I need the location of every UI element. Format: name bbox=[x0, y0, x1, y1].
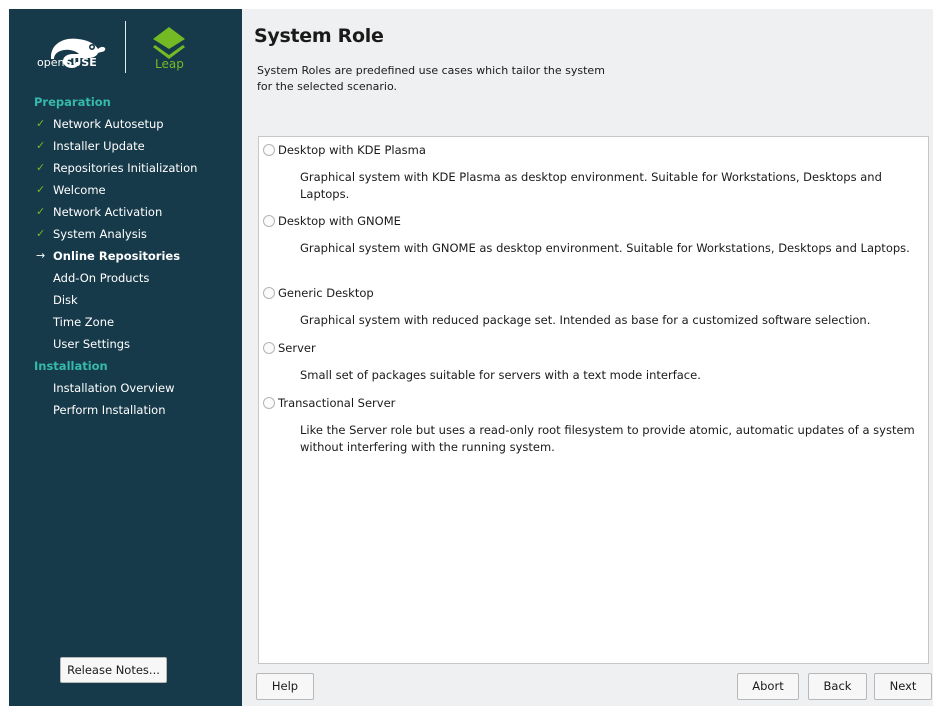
next-button[interactable]: Next bbox=[874, 673, 932, 700]
nav-item-network-activation: ✓ Network Activation bbox=[9, 201, 242, 223]
nav-item-welcome: ✓ Welcome bbox=[9, 179, 242, 201]
release-notes-button[interactable]: Release Notes... bbox=[60, 657, 167, 683]
nav-item-installation-overview: Installation Overview bbox=[53, 381, 175, 395]
nav-item-add-on-products: Add-On Products bbox=[53, 271, 150, 285]
installation-steps: Preparation ✓ Network Autosetup ✓ Installe… bbox=[9, 91, 242, 421]
role-description: Like the Server role but uses a read-onl… bbox=[300, 423, 915, 454]
opensuse-wordmark: openSUSE bbox=[37, 56, 97, 69]
logo-area: openSUSE Leap bbox=[9, 9, 242, 89]
leap-wordmark: Leap bbox=[155, 57, 184, 71]
radio-button[interactable] bbox=[263, 144, 275, 156]
checkmark-icon: ✓ bbox=[36, 139, 46, 152]
checkmark-icon: ✓ bbox=[36, 117, 46, 130]
nav-item-system-analysis: ✓ System Analysis bbox=[9, 223, 242, 245]
checkmark-icon: ✓ bbox=[36, 161, 46, 174]
role-label[interactable]: Generic Desktop bbox=[278, 286, 374, 300]
nav-item-network-autosetup: ✓ Network Autosetup bbox=[9, 113, 242, 135]
role-description: Graphical system with GNOME as desktop e… bbox=[300, 241, 910, 255]
nav-item-disk: Disk bbox=[53, 293, 78, 307]
checkmark-icon: ✓ bbox=[36, 183, 46, 196]
radio-button[interactable] bbox=[263, 342, 275, 354]
logo-divider bbox=[125, 21, 126, 73]
nav-section-preparation: Preparation bbox=[34, 95, 111, 109]
abort-button[interactable]: Abort bbox=[737, 673, 799, 700]
nav-item-perform-installation: Perform Installation bbox=[53, 403, 166, 417]
role-description: Graphical system with KDE Plasma as desk… bbox=[300, 170, 882, 201]
nav-item-online-repositories: → Online Repositories bbox=[9, 245, 242, 267]
role-label[interactable]: Desktop with KDE Plasma bbox=[278, 143, 426, 157]
sidebar: openSUSE Leap Preparation ✓ Network Autos… bbox=[9, 9, 242, 706]
help-button[interactable]: Help bbox=[256, 673, 314, 700]
role-label[interactable]: Transactional Server bbox=[278, 396, 395, 410]
role-label[interactable]: Server bbox=[278, 341, 316, 355]
main-panel: System Role System Roles are predefined … bbox=[242, 9, 933, 706]
role-label[interactable]: Desktop with GNOME bbox=[278, 214, 401, 228]
arrow-right-icon: → bbox=[36, 249, 46, 262]
role-description: Small set of packages suitable for serve… bbox=[300, 368, 701, 382]
back-button[interactable]: Back bbox=[808, 673, 867, 700]
radio-button[interactable] bbox=[263, 215, 275, 227]
role-description: Graphical system with reduced package se… bbox=[300, 313, 871, 327]
leap-logo-icon bbox=[153, 27, 185, 59]
radio-button[interactable] bbox=[263, 287, 275, 299]
page-title: System Role bbox=[254, 25, 384, 47]
nav-item-time-zone: Time Zone bbox=[53, 315, 115, 329]
nav-item-repositories-initialization: ✓ Repositories Initialization bbox=[9, 157, 242, 179]
checkmark-icon: ✓ bbox=[36, 205, 46, 218]
system-roles-list: Desktop with KDE Plasma Graphical system… bbox=[258, 136, 929, 664]
nav-item-user-settings: User Settings bbox=[53, 337, 131, 351]
nav-item-installer-update: ✓ Installer Update bbox=[9, 135, 242, 157]
radio-button[interactable] bbox=[263, 397, 275, 409]
page-description: System Roles are predefined use cases wh… bbox=[257, 64, 605, 93]
checkmark-icon: ✓ bbox=[36, 227, 46, 240]
nav-section-installation: Installation bbox=[34, 359, 108, 373]
